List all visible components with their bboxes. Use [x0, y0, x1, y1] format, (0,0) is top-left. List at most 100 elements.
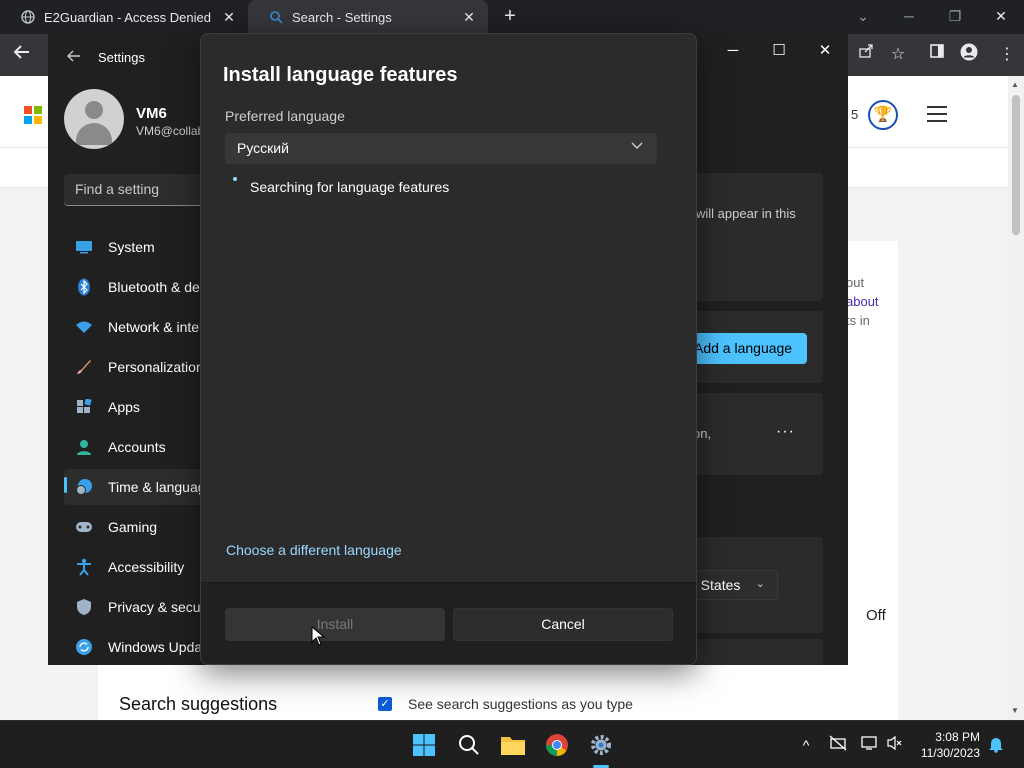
off-label: Off	[866, 607, 886, 624]
time-language-icon	[74, 477, 94, 497]
rewards-trophy-icon[interactable]: 🏆	[868, 100, 898, 130]
chrome-icon[interactable]	[543, 731, 571, 759]
notification-bell-icon[interactable]	[986, 735, 1006, 755]
nav-label: Network & internet	[108, 319, 204, 335]
minimize-button[interactable]: ─	[886, 4, 932, 28]
nav-label: System	[108, 239, 155, 255]
more-options-icon[interactable]: ···	[776, 423, 795, 441]
settings-minimize-button[interactable]: ─	[718, 39, 748, 63]
nav-privacy[interactable]: Privacy & security	[64, 589, 204, 625]
new-tab-button[interactable]: +	[498, 4, 522, 28]
system-icon	[74, 237, 94, 257]
share-icon[interactable]	[854, 43, 878, 67]
about-link[interactable]: about	[846, 292, 879, 311]
taskbar: ^ 3:08 PM 11/30/2023	[0, 720, 1024, 768]
clock-date[interactable]: 11/30/2023	[921, 746, 980, 760]
nav-personalization[interactable]: Personalization	[64, 349, 204, 385]
searching-status: Searching for language features	[250, 179, 450, 195]
back-arrow-icon[interactable]	[10, 43, 34, 67]
nav-apps[interactable]: Apps	[64, 389, 204, 425]
nav-label: Accounts	[108, 439, 166, 455]
close-tab-icon[interactable]: ✕	[220, 8, 238, 26]
nav-bluetooth[interactable]: Bluetooth & devices	[64, 269, 204, 305]
search-suggestions-label: See search suggestions as you type	[408, 696, 633, 712]
nav-label: Bluetooth & devices	[108, 279, 204, 295]
accounts-icon	[74, 437, 94, 457]
languages-card	[678, 173, 823, 301]
languages-hint-text: will appear in this	[696, 206, 796, 221]
restore-button[interactable]: ❐	[932, 4, 978, 28]
settings-back-arrow-icon[interactable]	[64, 49, 84, 69]
nav-label: Windows Update	[108, 639, 204, 655]
user-avatar[interactable]	[64, 89, 124, 149]
rewards-count: 5	[851, 107, 859, 122]
show-hidden-icons-chevron-icon[interactable]: ^	[796, 735, 816, 755]
search-icon[interactable]	[455, 731, 483, 759]
apps-icon	[74, 397, 94, 417]
tab-search-settings[interactable]: Search - Settings ✕	[248, 0, 488, 34]
add-language-button[interactable]: Add a language	[688, 333, 807, 364]
settings-gear-icon[interactable]	[587, 731, 615, 759]
network-disconnected-icon[interactable]	[828, 735, 848, 755]
nav-label: Gaming	[108, 519, 158, 535]
nav-label: Apps	[108, 399, 140, 415]
tab-search-dropdown-icon[interactable]: ⌄	[840, 4, 886, 28]
install-language-features-dialog: Install language features Preferred lang…	[200, 33, 697, 665]
nav-accounts[interactable]: Accounts	[64, 429, 204, 465]
find-setting-input[interactable]: Find a setting	[64, 174, 204, 206]
nav-accessibility[interactable]: Accessibility	[64, 549, 204, 585]
nav-network[interactable]: Network & internet	[64, 309, 204, 345]
search-suggestions-checkbox[interactable]: ✓	[378, 697, 392, 711]
nav-time-language[interactable]: Time & language	[64, 469, 204, 505]
nav-label: Accessibility	[108, 559, 185, 575]
clock-time[interactable]: 3:08 PM	[935, 730, 980, 744]
privacy-icon	[74, 597, 94, 617]
choose-different-language-link[interactable]: Choose a different language	[226, 542, 402, 558]
nav-system[interactable]: System	[64, 229, 204, 265]
settings-maximize-button[interactable]: ☐	[764, 39, 794, 63]
close-tab-icon[interactable]: ✕	[460, 8, 478, 26]
nav-windows-update[interactable]: Windows Update	[64, 629, 204, 665]
network-icon	[74, 317, 94, 337]
nav-label: Time & language	[108, 479, 204, 495]
dialog-title: Install language features	[223, 64, 458, 86]
accessibility-icon	[74, 557, 94, 577]
user-name: VM6	[136, 105, 167, 122]
nav-label: Personalization	[108, 359, 204, 375]
browser-menu-icon[interactable]: ⋮	[995, 43, 1019, 67]
scroll-down-arrow-icon[interactable]: ▼	[1011, 706, 1019, 715]
close-window-button[interactable]: ✕	[978, 4, 1024, 28]
cancel-button[interactable]: Cancel	[453, 608, 673, 641]
profile-icon[interactable]	[957, 43, 981, 67]
about-text: out about ts in	[846, 273, 879, 330]
nav-label: Privacy & security	[108, 599, 204, 615]
settings-title: Settings	[98, 50, 145, 65]
start-windows-icon[interactable]	[410, 731, 438, 759]
search-icon	[268, 9, 284, 25]
gaming-icon	[74, 517, 94, 537]
microsoft-logo-icon[interactable]	[24, 106, 42, 124]
scroll-up-arrow-icon[interactable]: ▲	[1011, 80, 1019, 89]
tab-label: E2Guardian - Access Denied	[44, 9, 211, 25]
regional-format-card	[678, 639, 823, 665]
settings-close-button[interactable]: ✕	[810, 39, 840, 63]
chevron-down-icon: ⌄	[755, 578, 765, 590]
globe-icon	[20, 9, 36, 25]
tab-e2guardian[interactable]: E2Guardian - Access Denied ✕	[0, 0, 248, 34]
file-explorer-icon[interactable]	[499, 731, 527, 759]
user-email: VM6@collab	[136, 124, 200, 138]
tab-label: Search - Settings	[292, 9, 392, 25]
install-button[interactable]: Install	[225, 608, 445, 641]
loading-spinner-icon	[233, 177, 237, 181]
side-panel-icon[interactable]	[925, 43, 949, 67]
nav-gaming[interactable]: Gaming	[64, 509, 204, 545]
scrollbar-thumb[interactable]	[1012, 95, 1020, 235]
about-line: out	[846, 275, 865, 290]
hamburger-menu-icon[interactable]	[927, 106, 947, 122]
browser-tab-bar: E2Guardian - Access Denied ✕ Search - Se…	[0, 0, 1024, 34]
display-icon[interactable]	[860, 735, 880, 755]
volume-muted-icon[interactable]	[885, 735, 905, 755]
bookmark-star-icon[interactable]: ☆	[886, 43, 910, 67]
active-nav-indicator	[64, 477, 67, 493]
preferred-language-select[interactable]: Русский	[225, 133, 657, 164]
